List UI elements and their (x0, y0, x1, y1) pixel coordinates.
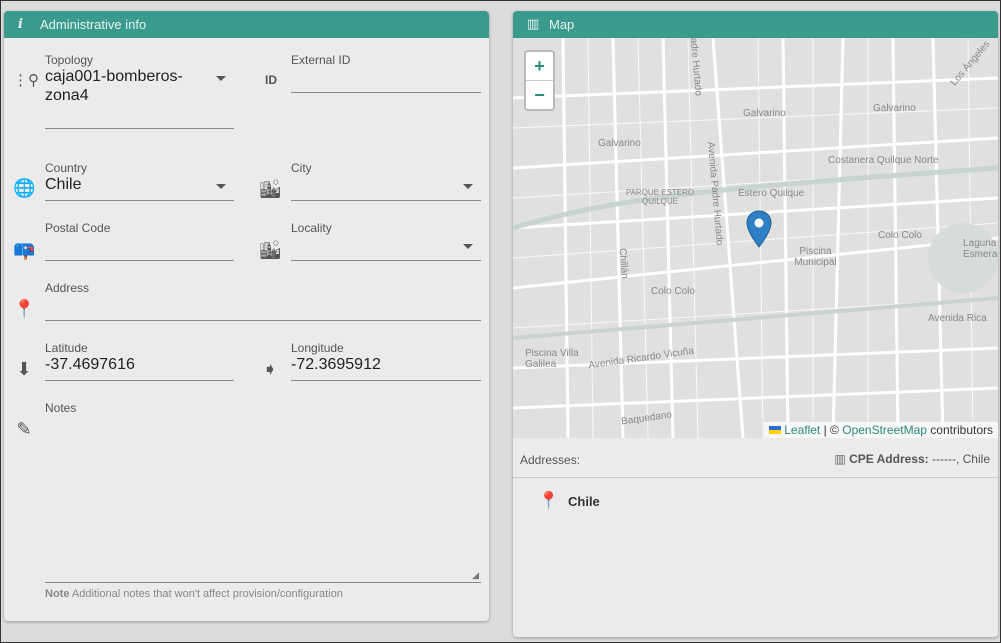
city-select[interactable]: City (291, 161, 481, 201)
topology-select[interactable]: Topology caja001-bomberos-zona4 (45, 53, 234, 129)
map-view[interactable]: Galvarino Galvarino Galvarino Costanera … (513, 38, 998, 438)
admin-header: i Administrative info (4, 11, 489, 38)
locality-select[interactable]: Locality (291, 221, 481, 261)
osm-link[interactable]: OpenStreetMap (842, 423, 927, 437)
admin-title: Administrative info (40, 17, 147, 32)
map-marker-icon[interactable] (746, 210, 772, 248)
notes-hint: Note Additional notes that won't affect … (45, 588, 343, 600)
addresses-bar: Addresses: ▥ CPE Address: ------, Chile (513, 438, 998, 478)
topology-icon: ⋮⚲ (13, 72, 39, 89)
ukraine-flag-icon (768, 426, 781, 434)
topology-label: Topology (45, 53, 94, 67)
zoom-in-button[interactable]: + (526, 52, 553, 81)
postal-code-input[interactable]: Postal Code (45, 221, 234, 261)
map-header: ▥ Map (513, 11, 998, 38)
map-title: Map (549, 17, 575, 32)
external-id-label: External ID (291, 53, 351, 67)
pin-icon: 📍 (13, 299, 36, 319)
info-icon: i (18, 17, 23, 32)
leaflet-link[interactable]: Leaflet (784, 423, 820, 437)
mailbox-icon: 📪 (13, 240, 36, 260)
country-select[interactable]: Country Chile (45, 161, 234, 201)
zoom-control: + − (524, 50, 555, 111)
zoom-out-button[interactable]: − (526, 81, 553, 109)
pin-icon: 📍 (538, 491, 560, 510)
globe-icon: 🌐 (13, 178, 36, 198)
id-icon: ID (265, 73, 277, 87)
map-icon: ▥ (834, 452, 846, 466)
longitude-value: -72.3695912 (291, 356, 381, 373)
latitude-icon: ⬇ (16, 359, 32, 379)
resize-handle-icon[interactable]: ◢ (472, 570, 479, 581)
cpe-address-value: ------, Chile (932, 452, 990, 466)
addresses-label: Addresses: (520, 453, 581, 467)
map-attribution: Leaflet | © OpenStreetMap contributors (763, 422, 998, 438)
note-edit-icon: ✎ (16, 419, 32, 439)
country-value: Chile (45, 176, 82, 193)
latitude-value: -37.4697616 (45, 356, 135, 373)
latitude-input[interactable]: Latitude -37.4697616 (45, 341, 234, 381)
map-card: ▥ Map Galvarino Galvarino Galvarino Costa… (513, 11, 998, 637)
city-icon: 🏙 (259, 179, 282, 199)
notes-textarea[interactable]: Notes ◢ (45, 401, 481, 583)
external-id-input[interactable]: External ID (291, 53, 481, 93)
longitude-icon: ➧ (262, 359, 278, 379)
longitude-input[interactable]: Longitude -72.3695912 (291, 341, 481, 381)
address-input[interactable]: Address (45, 281, 481, 321)
address-list-item[interactable]: 📍 Chile (538, 489, 600, 513)
topology-value: caja001-bomberos-zona4 (45, 68, 183, 104)
admin-card: i Administrative info ⋮⚲ Topology caja001… (4, 11, 489, 621)
map-icon: ▥ (527, 17, 540, 32)
locality-icon: 🏙 (259, 240, 282, 260)
